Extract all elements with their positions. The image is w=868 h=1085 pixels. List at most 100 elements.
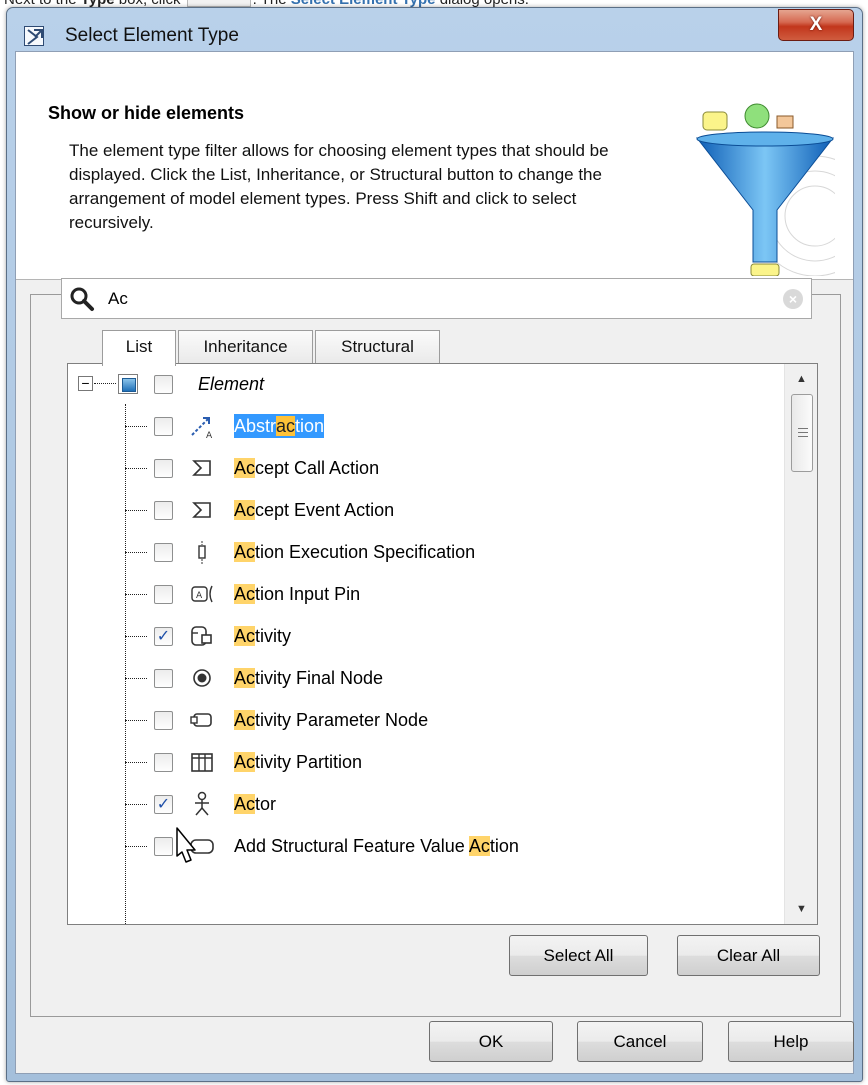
activity-partition-icon bbox=[189, 749, 215, 775]
checkbox[interactable] bbox=[154, 585, 173, 604]
search-match-highlight: Ac bbox=[234, 626, 256, 646]
tree-connector bbox=[125, 510, 147, 511]
tree-item-label: Accept Call Action bbox=[234, 456, 379, 480]
activity-final-node-icon bbox=[189, 665, 215, 691]
add-structural-feature-value-action-icon bbox=[189, 833, 215, 859]
search-match-highlight: ac bbox=[276, 416, 296, 436]
dialog-title: Select Element Type bbox=[65, 25, 239, 46]
root-connector bbox=[94, 383, 116, 384]
tree-item-row[interactable]: ✓ Actor bbox=[68, 784, 783, 826]
tree-item-label: Activity Final Node bbox=[234, 666, 383, 690]
label-text: tion bbox=[489, 836, 519, 856]
tree-item-row[interactable]: A Abstraction bbox=[68, 406, 783, 448]
action-execution-specification-icon bbox=[189, 539, 215, 565]
tree-item-label: Activity Parameter Node bbox=[234, 708, 428, 732]
search-icon bbox=[70, 287, 94, 311]
thumb-grip bbox=[798, 428, 808, 429]
label-text: tivity Parameter Node bbox=[255, 710, 429, 730]
label-text: tivity Partition bbox=[255, 752, 363, 772]
tree-connector bbox=[125, 804, 147, 805]
checkbox[interactable] bbox=[154, 753, 173, 772]
checkbox[interactable] bbox=[154, 417, 173, 436]
search-match-highlight: Ac bbox=[234, 668, 256, 688]
scroll-thumb[interactable] bbox=[791, 394, 813, 472]
header-panel: Show or hide elements The element type f… bbox=[16, 52, 853, 280]
tree-root-row[interactable]: − Element bbox=[68, 364, 783, 406]
label-text: Add Structural Feature Value bbox=[234, 836, 469, 856]
search-match-highlight: Ac bbox=[234, 458, 256, 478]
tree-connector bbox=[125, 552, 147, 553]
tree-item-label: Actor bbox=[234, 792, 276, 816]
tree-connector bbox=[125, 720, 147, 721]
tree-item-label: Action Execution Specification bbox=[234, 540, 475, 564]
collapse-icon[interactable]: − bbox=[78, 376, 93, 391]
search-match-highlight: Ac bbox=[234, 794, 256, 814]
label-text: tor bbox=[255, 794, 277, 814]
actor-icon bbox=[189, 791, 215, 817]
tree-connector bbox=[125, 762, 147, 763]
select-all-button[interactable]: Select All bbox=[509, 935, 648, 976]
tree-item-label: Accept Event Action bbox=[234, 498, 394, 522]
tree-item-row[interactable]: A Action Input Pin bbox=[68, 574, 783, 616]
scroll-down-icon[interactable]: ▼ bbox=[785, 894, 817, 924]
cancel-button[interactable]: Cancel bbox=[577, 1021, 703, 1062]
checked-checkbox[interactable]: ✓ bbox=[154, 795, 173, 814]
checkbox[interactable] bbox=[154, 459, 173, 478]
tab-structural[interactable]: Structural bbox=[315, 330, 440, 364]
search-input[interactable] bbox=[106, 283, 746, 314]
element-type-tree: − Element A Abstraction Accept Call Action… bbox=[67, 363, 818, 925]
tree-item-label: Add Structural Feature Value Action bbox=[234, 834, 519, 858]
abstraction-icon: A bbox=[189, 413, 215, 441]
search-box[interactable]: × bbox=[61, 278, 812, 319]
search-match-highlight: Ac bbox=[468, 836, 490, 856]
tree-item-row[interactable]: Action Execution Specification bbox=[68, 532, 783, 574]
ok-button[interactable]: OK bbox=[429, 1021, 553, 1062]
tree-connector bbox=[125, 426, 147, 427]
svg-text:A: A bbox=[206, 431, 213, 439]
search-match-highlight: Ac bbox=[234, 584, 256, 604]
vertical-scrollbar[interactable]: ▲ ▼ bbox=[784, 364, 817, 924]
label-text: tion Execution Specification bbox=[255, 542, 476, 562]
tree-item-row[interactable]: Activity Partition bbox=[68, 742, 783, 784]
checked-checkbox[interactable]: ✓ bbox=[154, 627, 173, 646]
clear-all-button[interactable]: Clear All bbox=[677, 935, 820, 976]
tree-item-row[interactable]: Add Structural Feature Value Action bbox=[68, 826, 783, 868]
tree-connector bbox=[125, 846, 147, 847]
partial-checkbox[interactable] bbox=[118, 374, 138, 394]
tree-item-label: Abstraction bbox=[234, 414, 325, 438]
close-button[interactable]: X bbox=[778, 9, 854, 41]
funnel-filter-icon bbox=[695, 103, 835, 276]
tab-list[interactable]: List bbox=[102, 330, 176, 366]
checkbox[interactable] bbox=[154, 711, 173, 730]
help-button[interactable]: Help bbox=[728, 1021, 854, 1062]
tree-item-label: Activity bbox=[234, 624, 291, 648]
root-label: Element bbox=[198, 374, 265, 394]
clear-search-icon[interactable]: × bbox=[783, 289, 803, 309]
tree-item-row[interactable]: Accept Call Action bbox=[68, 448, 783, 490]
accept-event-action-icon bbox=[189, 497, 215, 523]
checkbox[interactable] bbox=[154, 837, 173, 856]
checkbox[interactable] bbox=[154, 669, 173, 688]
tree-connector bbox=[125, 678, 147, 679]
search-match-highlight: Ac bbox=[234, 752, 256, 772]
checkbox[interactable] bbox=[154, 501, 173, 520]
scroll-up-icon[interactable]: ▲ bbox=[785, 364, 817, 394]
root-checkbox[interactable] bbox=[154, 375, 173, 394]
checkbox[interactable] bbox=[154, 543, 173, 562]
tree-connector bbox=[125, 594, 147, 595]
label-text: tivity bbox=[255, 626, 292, 646]
tab-inheritance[interactable]: Inheritance bbox=[178, 330, 313, 364]
label-text: tion Input Pin bbox=[255, 584, 361, 604]
activity-icon bbox=[189, 623, 215, 649]
tree-item-row[interactable]: ✓ Activity bbox=[68, 616, 783, 658]
dialog-icon bbox=[24, 26, 44, 46]
select-element-type-dialog: Select Element Type X Show or hide eleme… bbox=[6, 7, 863, 1082]
tree-item-row[interactable]: Activity Parameter Node bbox=[68, 700, 783, 742]
tree-item-label: Activity Partition bbox=[234, 750, 362, 774]
search-match-highlight: Ac bbox=[234, 500, 256, 520]
tree-item-row[interactable]: Activity Final Node bbox=[68, 658, 783, 700]
label-text: Abstr bbox=[234, 416, 277, 436]
thumb-grip bbox=[798, 432, 808, 433]
search-match-highlight: Ac bbox=[234, 710, 256, 730]
tree-item-row[interactable]: Accept Event Action bbox=[68, 490, 783, 532]
